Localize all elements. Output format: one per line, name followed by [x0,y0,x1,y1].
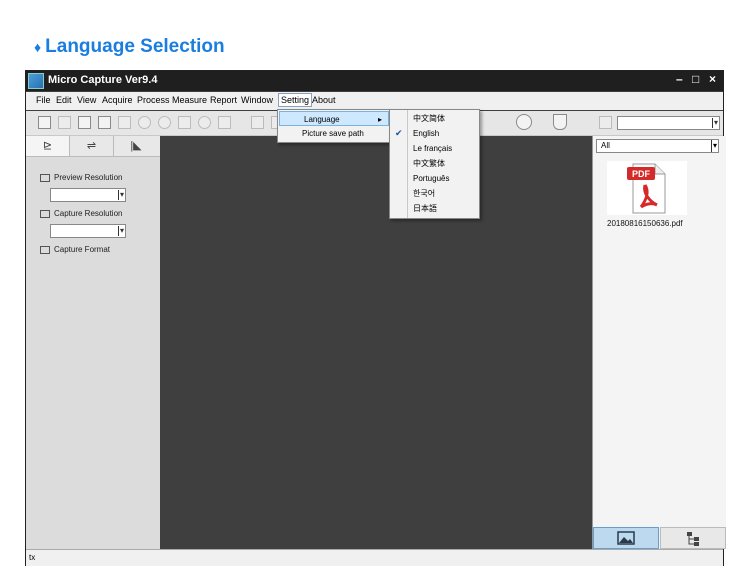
timer-icon[interactable] [198,116,211,129]
pdf-file-name: 20180816150636.pdf [607,219,683,228]
title-bar: Micro Capture Ver9.4 – □ × [26,71,723,91]
app-window: Micro Capture Ver9.4 – □ × File Edit Vie… [25,70,726,566]
language-option-japanese[interactable]: 日本語 [390,201,479,216]
pdf-badge-label: PDF [632,169,651,179]
page-heading: ♦ Language Selection [34,36,225,58]
tab-measure[interactable]: |◣ [114,136,158,156]
file-tree-icon [687,532,699,546]
preview-resolution-select[interactable]: ▾ [50,188,126,202]
save-icon[interactable] [58,116,71,129]
capture-settings-icon[interactable] [599,116,612,129]
play-icon[interactable] [138,116,151,129]
capture-resolution-select[interactable]: ▾ [50,224,126,238]
right-panel: All ▾ PDF 20180816150636.pdf [592,136,726,549]
chevron-down-icon: ▾ [117,226,124,236]
capture-format-label[interactable]: Capture Format [40,245,110,254]
right-bottom-tabs [593,527,726,549]
maximize-button[interactable]: □ [692,72,699,86]
tab-file-tree[interactable] [660,527,726,549]
menu-file[interactable]: File [36,95,51,105]
diamond-icon: ♦ [34,39,42,55]
left-panel: ⊵ ⇌ |◣ Preview Resolution ▾ Capture Reso… [26,136,160,549]
menu-window[interactable]: Window [241,95,273,105]
compare-icon[interactable] [78,116,91,129]
tab-adjust[interactable]: ⇌ [70,136,114,156]
open-folder-icon[interactable] [38,116,51,129]
filter-icon[interactable] [553,114,567,130]
menu-edit[interactable]: Edit [56,95,72,105]
split-view-icon[interactable] [98,116,111,129]
monitor-icon [40,173,50,182]
language-option-zh-hant[interactable]: 中文繁体 [390,156,479,171]
preview-resolution-label: Preview Resolution [40,173,122,182]
menu-item-picture-save-path[interactable]: Picture save path [278,126,390,141]
language-option-english[interactable]: ✔ English [390,126,479,141]
minimize-button[interactable]: – [676,72,683,86]
toolbar-combo[interactable]: ▾ [617,116,720,130]
pdf-file-thumbnail[interactable]: PDF [607,161,687,215]
chevron-right-icon: ▸ [377,115,382,124]
chevron-down-icon: ▾ [710,140,717,152]
app-icon [28,73,44,89]
chevron-down-icon: ▾ [711,118,718,128]
capture-resolution-label: Capture Resolution [40,209,122,218]
select-icon[interactable] [251,116,264,129]
left-tabs: ⊵ ⇌ |◣ [26,136,160,157]
language-option-french[interactable]: Le français [390,141,479,156]
pdf-icon: PDF [627,163,666,214]
tab-capture[interactable]: ⊵ [26,136,70,156]
status-bar: tx [26,549,723,566]
window-title: Micro Capture Ver9.4 [48,74,158,86]
resolution-icon [40,209,50,218]
rotate-icon[interactable] [516,114,532,130]
language-option-zh-hans[interactable]: 中文简体 [390,111,479,126]
file-format-icon [40,245,50,254]
language-option-portuguese[interactable]: Português [390,171,479,186]
menu-about[interactable]: About [312,95,336,105]
menu-item-language[interactable]: Language ▸ [279,111,389,126]
tab-image-browser[interactable] [593,527,659,549]
camera-icon[interactable] [178,116,191,129]
pause-icon[interactable] [158,116,171,129]
file-filter-select[interactable]: All ▾ [596,139,719,153]
record-icon[interactable] [218,116,231,129]
language-option-korean[interactable]: 한국어 [390,186,479,201]
status-text: tx [29,553,36,562]
delete-icon[interactable] [118,116,131,129]
image-icon [617,531,635,545]
menu-acquire[interactable]: Acquire [102,95,133,105]
menu-process[interactable]: Process [137,95,170,105]
menu-report[interactable]: Report [210,95,237,105]
menu-measure[interactable]: Measure [172,95,207,105]
menu-setting[interactable]: Setting [278,93,313,107]
check-icon: ✔ [395,128,403,138]
close-button[interactable]: × [709,72,716,86]
menu-view[interactable]: View [77,95,96,105]
menu-bar: File Edit View Acquire Process Measure R… [26,92,723,110]
setting-menu: Language ▸ Picture save path [277,109,391,143]
chevron-down-icon: ▾ [117,190,124,200]
heading-text: Language Selection [45,36,225,57]
language-menu: 中文简体 ✔ English Le français 中文繁体 Portuguê… [389,109,480,219]
